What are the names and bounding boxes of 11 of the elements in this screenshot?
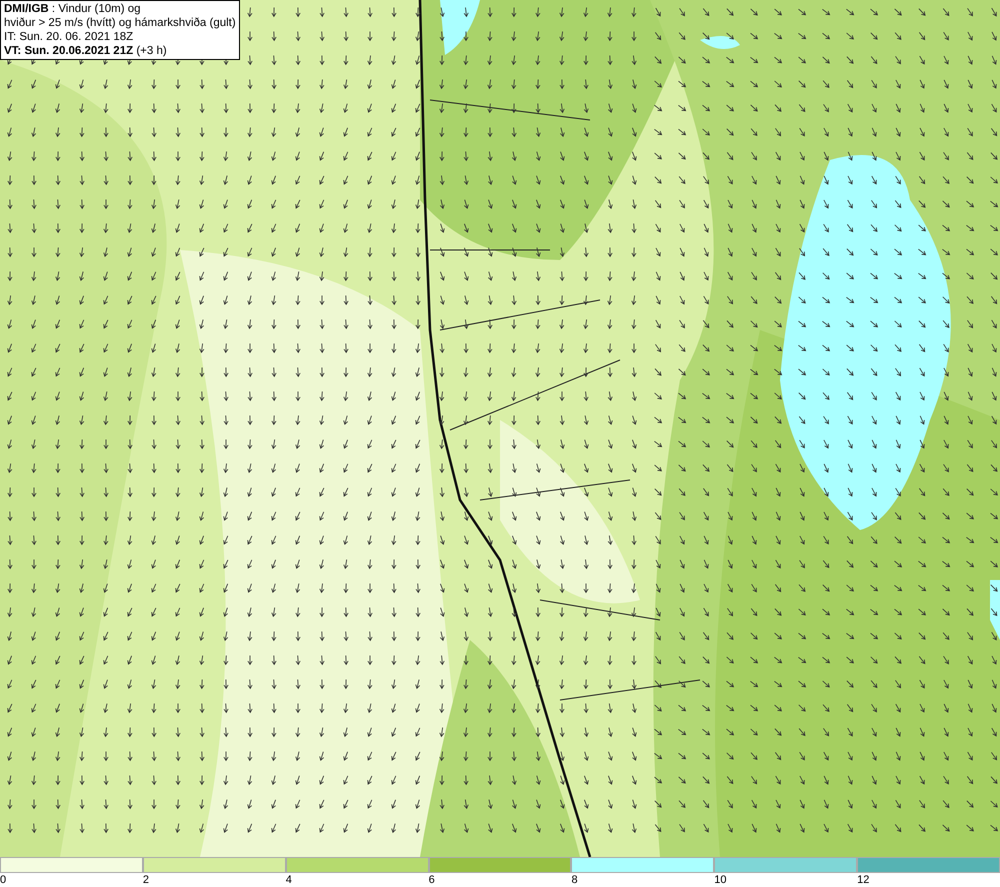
caption-line: hviður > 25 m/s (hvítt) og hámarkshviða (gult) [4,16,236,30]
caption-line: DMI/IGB : Vindur (10m) og [4,2,142,16]
caption-line: IT: Sun. 20. 06. 2021 18Z [4,30,134,44]
legend-tick-label: 0 [0,874,6,886]
legend-tick-label: 10 [714,874,727,886]
legend-tick-label: 4 [286,874,292,886]
legend-tick-label: 8 [571,874,578,886]
caption-line: VT: Sun. 20.06.2021 21Z (+3 h) [4,44,168,58]
legend-tick-label: 12 [857,874,870,886]
legend-tick-label: 2 [142,874,149,886]
legend-tick-label: 6 [428,874,435,886]
